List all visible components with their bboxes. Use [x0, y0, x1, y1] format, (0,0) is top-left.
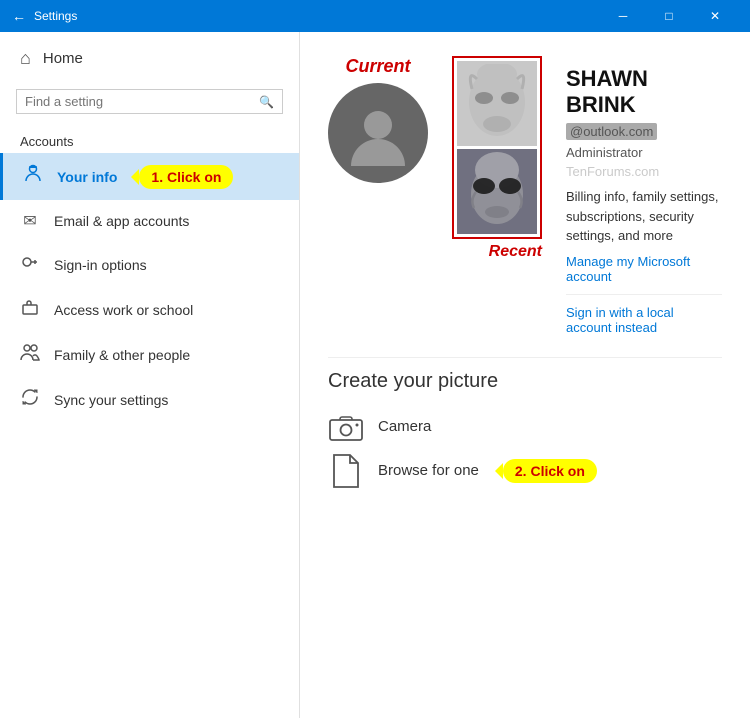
home-label: Home: [43, 50, 83, 67]
key-icon: [20, 253, 40, 276]
sidebar-item-sync-label: Sync your settings: [54, 392, 168, 408]
recent-image-2: [457, 149, 537, 234]
search-input[interactable]: [25, 94, 259, 109]
sidebar-item-sync[interactable]: Sync your settings: [0, 377, 299, 422]
email-icon: ✉: [20, 211, 40, 231]
sidebar-item-family-label: Family & other people: [54, 347, 190, 363]
camera-icon-container: [328, 409, 364, 445]
profile-role: Administrator: [566, 145, 722, 160]
search-icon: 🔍: [259, 95, 274, 109]
title-bar-title: Settings: [34, 9, 77, 23]
callout-step1: 1. Click on: [139, 165, 233, 189]
profile-name: SHAWN BRINK: [566, 66, 722, 118]
sidebar-item-work-label: Access work or school: [54, 302, 193, 318]
avatar-person-icon: [346, 101, 411, 166]
camera-icon: [329, 412, 363, 442]
minimize-button[interactable]: ─: [600, 0, 646, 32]
browse-label: Browse for one: [378, 462, 479, 479]
browse-option: Browse for one 2. Click on: [328, 453, 722, 489]
window-controls: ─ □ ✕: [600, 0, 738, 32]
create-picture-title: Create your picture: [328, 370, 722, 393]
watermark: TenForums.com: [566, 164, 722, 179]
divider-2: [328, 357, 722, 358]
title-bar: ← Settings ─ □ ✕: [0, 0, 750, 32]
manage-microsoft-link[interactable]: Manage my Microsoft account: [566, 254, 722, 284]
browse-file-icon: [332, 453, 360, 489]
sidebar-item-your-info[interactable]: Your info 1. Click on: [0, 153, 299, 200]
accounts-section-label: Accounts: [0, 126, 299, 153]
maximize-button[interactable]: □: [646, 0, 692, 32]
sidebar-item-home[interactable]: ⌂ Home: [0, 32, 299, 85]
home-icon: ⌂: [20, 48, 31, 69]
alien-avatar-2: [462, 152, 532, 232]
profile-header: Current: [328, 56, 722, 341]
camera-option: Camera: [328, 409, 722, 445]
browse-icon-container: [328, 453, 364, 489]
search-box: 🔍: [16, 89, 283, 114]
recent-images-wrapper: [452, 56, 542, 239]
alien-avatar-1: [462, 64, 532, 144]
sync-icon: [20, 388, 40, 411]
current-avatar-section: Current: [328, 56, 428, 341]
callout-step2: 2. Click on: [503, 459, 597, 483]
camera-label: Camera: [378, 418, 431, 435]
back-button[interactable]: ←: [12, 8, 26, 24]
briefcase-icon: [20, 298, 40, 321]
content-area: Current: [300, 32, 750, 718]
sign-in-local-link[interactable]: Sign in with a local account instead: [566, 305, 722, 335]
divider-1: [566, 294, 722, 295]
profile-email: @outlook.com: [566, 123, 657, 140]
recent-image-1: [457, 61, 537, 146]
sidebar-item-signin-label: Sign-in options: [54, 257, 147, 273]
profile-info: SHAWN BRINK @outlook.com Administrator T…: [566, 56, 722, 341]
current-label: Current: [345, 56, 410, 77]
sidebar-item-family[interactable]: Family & other people: [0, 332, 299, 377]
sidebar-item-email-accounts[interactable]: ✉ Email & app accounts: [0, 200, 299, 242]
sidebar-item-access-work[interactable]: Access work or school: [0, 287, 299, 332]
sidebar-item-sign-in[interactable]: Sign-in options: [0, 242, 299, 287]
app-body: ⌂ Home 🔍 Accounts Your info 1. Click on …: [0, 32, 750, 718]
sidebar: ⌂ Home 🔍 Accounts Your info 1. Click on …: [0, 32, 300, 718]
person-icon: [23, 164, 43, 189]
title-bar-left: ← Settings: [12, 8, 77, 24]
family-icon: [20, 343, 40, 366]
recent-section: Recent: [452, 56, 542, 341]
sidebar-item-email-label: Email & app accounts: [54, 213, 189, 229]
sidebar-item-your-info-label: Your info: [57, 169, 117, 185]
avatar-circle: [328, 83, 428, 183]
profile-description: Billing info, family settings, subscript…: [566, 187, 722, 246]
recent-label: Recent: [489, 243, 542, 261]
close-button[interactable]: ✕: [692, 0, 738, 32]
